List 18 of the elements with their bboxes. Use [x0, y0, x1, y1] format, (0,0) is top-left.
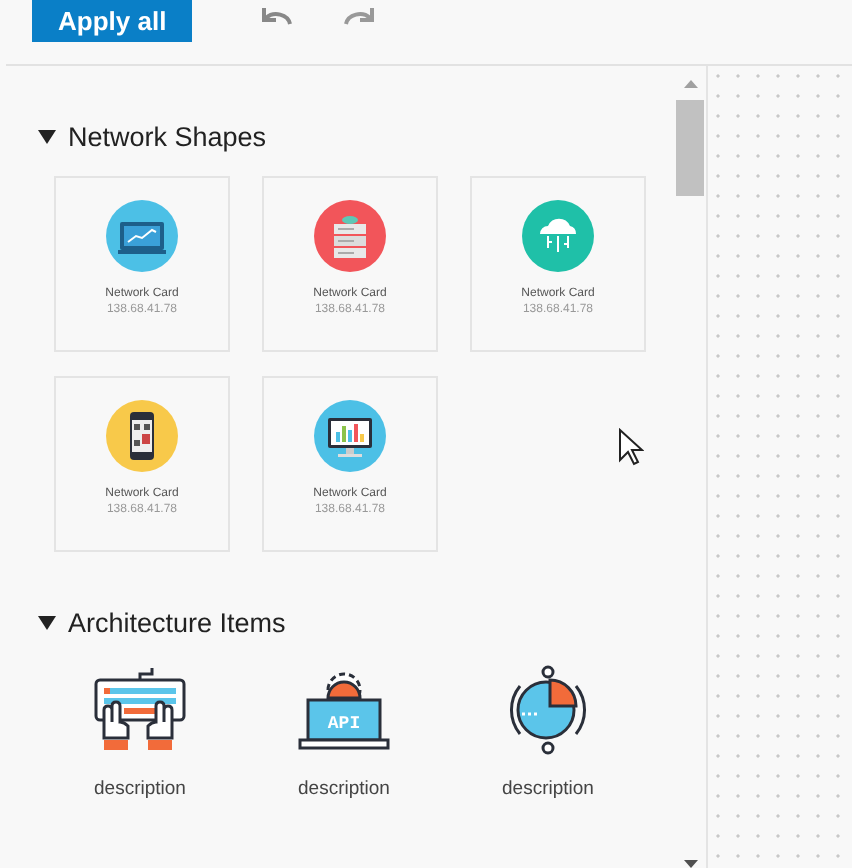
- item-label: description: [502, 778, 594, 800]
- scroll-down-icon[interactable]: [684, 860, 698, 868]
- item-label: description: [94, 778, 186, 800]
- phone-qr-icon: [106, 400, 178, 472]
- cursor-icon: [618, 428, 644, 466]
- server-icon: [314, 200, 386, 272]
- cloud-icon: [522, 200, 594, 272]
- item-label: description: [298, 778, 390, 800]
- scroll-up-icon[interactable]: [684, 80, 698, 88]
- apply-all-button[interactable]: Apply all: [32, 0, 193, 42]
- section-header[interactable]: Architecture Items: [0, 602, 676, 642]
- section-title: Architecture Items: [68, 607, 286, 637]
- scrollbar-thumb[interactable]: [676, 100, 704, 196]
- monitor-chart-icon: [314, 400, 386, 472]
- section-title: Network Shapes: [68, 121, 267, 151]
- section-header[interactable]: Network Shapes: [0, 116, 676, 156]
- laptop-chart-icon: [106, 200, 178, 272]
- undo-icon[interactable]: [256, 2, 297, 30]
